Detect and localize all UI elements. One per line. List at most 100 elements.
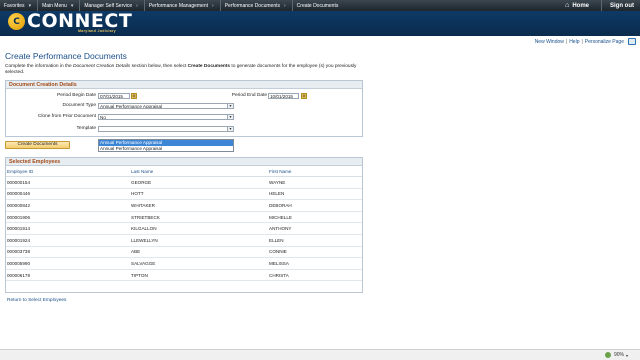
logo-subtitle: Maryland Judiciary xyxy=(78,29,116,33)
cell-first-name: MICHELLE xyxy=(269,214,292,220)
cell-last-name: KILGALLON xyxy=(131,226,157,232)
logo-wordmark: CONNECT xyxy=(27,10,133,32)
utility-bar: New Window | Help | Personalize Page xyxy=(0,36,640,47)
cell-last-name: HOTT xyxy=(131,191,144,197)
cell-last-name: GEORGE xyxy=(131,179,152,185)
document-type-value: Annual Performance Appraisal xyxy=(100,104,163,109)
table-row: 000006178 TIPTON CHRISTA xyxy=(6,270,362,282)
selected-employees-panel: Selected Employees Employee ID Last Name… xyxy=(5,157,363,293)
period-end-input[interactable]: 10/01/2015 xyxy=(268,93,299,99)
cell-first-name: MELISSA xyxy=(269,260,289,266)
calendar-icon[interactable]: ▦ xyxy=(131,93,137,99)
nav-perf-mgmt-label: Performance Management xyxy=(148,2,209,9)
cell-employee-id: 000005990 xyxy=(7,260,30,266)
nav-perf-docs-label: Performance Documents xyxy=(224,2,280,9)
clone-select[interactable]: No ▼ xyxy=(98,114,234,120)
cell-first-name: CHRISTA xyxy=(269,272,289,278)
page-title: Create Performance Documents xyxy=(5,51,127,61)
clone-value: No xyxy=(100,115,106,120)
link-separator: | xyxy=(565,39,568,45)
period-begin-label: Period Begin Date xyxy=(57,93,96,98)
template-select[interactable]: ▼ xyxy=(98,126,234,132)
instructions-text: Complete the information in the Document… xyxy=(5,64,365,76)
period-end-label: Period End Date xyxy=(231,93,267,98)
cell-employee-id: 000003738 xyxy=(7,249,30,255)
table-row: 000003738 ABE CONNIE xyxy=(6,247,362,259)
table-row: 000005990 SALVAGGE MELISSA xyxy=(6,258,362,270)
zoom-control[interactable]: 90% ▾ xyxy=(604,352,628,358)
chevron-right-icon: › xyxy=(212,2,214,9)
cell-first-name: CONNIE xyxy=(269,249,287,255)
table-row: 000000842 WHITAKER DEBORAH xyxy=(6,200,362,212)
cell-employee-id: 000001906 xyxy=(7,214,30,220)
nav-create-docs-label: Create Documents xyxy=(296,2,339,9)
clone-label: Clone from Prior Document xyxy=(37,114,96,119)
zoom-level: 90% xyxy=(613,352,624,358)
chevron-right-icon: › xyxy=(284,2,286,9)
template-label: Template xyxy=(76,126,96,131)
template-option[interactable]: Annual Performance Appraisal xyxy=(99,146,233,152)
new-window-link[interactable]: New Window xyxy=(535,39,564,45)
chevron-right-icon: › xyxy=(136,2,138,9)
table-row: 000000446 HOTT HELEN xyxy=(6,189,362,201)
chevron-down-icon: ▾ xyxy=(625,352,628,358)
employees-column-headers: Employee ID Last Name First Name xyxy=(6,166,362,177)
document-type-label: Document Type xyxy=(62,103,96,108)
nav-main-menu-label: Main Menu xyxy=(42,2,67,9)
home-icon: ⌂ xyxy=(565,2,570,9)
app-banner: C CONNECT Maryland Judiciary xyxy=(0,11,640,36)
cell-employee-id: 000006178 xyxy=(7,272,30,278)
nav-performance-management[interactable]: Performance Management › xyxy=(145,0,220,11)
template-dropdown-list: Annual Performance Appraisal Annual Perf… xyxy=(98,139,234,152)
return-to-select-employees-link[interactable]: Return to Select Employees xyxy=(7,298,66,303)
cell-last-name: SALVAGGE xyxy=(131,260,156,266)
cell-first-name: HELEN xyxy=(269,191,285,197)
cell-last-name: TIPTON xyxy=(131,272,148,278)
home-link[interactable]: ⌂ Home xyxy=(553,2,601,9)
personalize-page-link[interactable]: Personalize Page xyxy=(585,39,624,45)
col-last-name[interactable]: Last Name xyxy=(131,169,269,174)
create-documents-button[interactable]: Create Documents xyxy=(5,141,70,149)
table-row: 000000154 GEORGE WAYNE xyxy=(6,177,362,189)
table-row: 000001906 STRIETBECK MICHELLE xyxy=(6,212,362,224)
dropdown-arrow-icon: ▼ xyxy=(227,115,233,119)
home-label: Home xyxy=(572,2,589,9)
help-link[interactable]: Help xyxy=(569,39,579,45)
document-creation-header: Document Creation Details xyxy=(6,81,362,89)
table-row: 000001914 KILGALLON ANTHONY xyxy=(6,223,362,235)
cell-last-name: ABE xyxy=(131,249,141,255)
document-type-select[interactable]: Annual Performance Appraisal ▼ xyxy=(98,103,234,109)
col-first-name[interactable]: First Name xyxy=(269,169,359,174)
cell-last-name: STRIETBECK xyxy=(131,214,160,220)
cell-first-name: ELLEN xyxy=(269,237,284,243)
nav-performance-documents[interactable]: Performance Documents › xyxy=(221,0,292,11)
cell-first-name: WAYNE xyxy=(269,179,286,185)
cell-employee-id: 000000842 xyxy=(7,202,30,208)
chevron-down-icon: ▾ xyxy=(28,2,32,9)
cell-first-name: ANTHONY xyxy=(269,226,292,232)
page-help-icon[interactable] xyxy=(628,38,636,45)
connect-logo: C CONNECT Maryland Judiciary xyxy=(8,10,133,33)
nav-mss-label: Manager Self Service xyxy=(84,2,133,9)
nav-create-documents[interactable]: Create Documents xyxy=(293,0,345,11)
instr-part: Complete the information in the xyxy=(5,64,73,69)
col-employee-id[interactable]: Employee ID xyxy=(6,169,131,174)
cell-employee-id: 000001924 xyxy=(7,237,30,243)
logo-mark: C xyxy=(8,13,25,30)
link-separator: | xyxy=(581,39,583,45)
table-row: 000001924 LLEWELLYN ELLEN xyxy=(6,235,362,247)
cell-first-name: DEBORAH xyxy=(269,202,292,208)
instr-bold: Create Documents xyxy=(187,64,231,69)
instr-part: section below, then select xyxy=(130,64,188,69)
selected-employees-header: Selected Employees xyxy=(6,158,362,166)
dropdown-arrow-icon: ▼ xyxy=(227,127,233,131)
chevron-down-icon: ▾ xyxy=(70,2,74,9)
sign-out-link[interactable]: Sign out xyxy=(602,3,640,9)
period-begin-input[interactable]: 07/01/2015 xyxy=(98,93,130,99)
globe-icon xyxy=(604,352,611,358)
cell-employee-id: 000000446 xyxy=(7,191,30,197)
cell-last-name: WHITAKER xyxy=(131,202,155,208)
dropdown-arrow-icon: ▼ xyxy=(227,104,233,108)
nav-favorites-label: Favorites xyxy=(4,2,25,9)
calendar-icon[interactable]: ▦ xyxy=(301,93,307,99)
